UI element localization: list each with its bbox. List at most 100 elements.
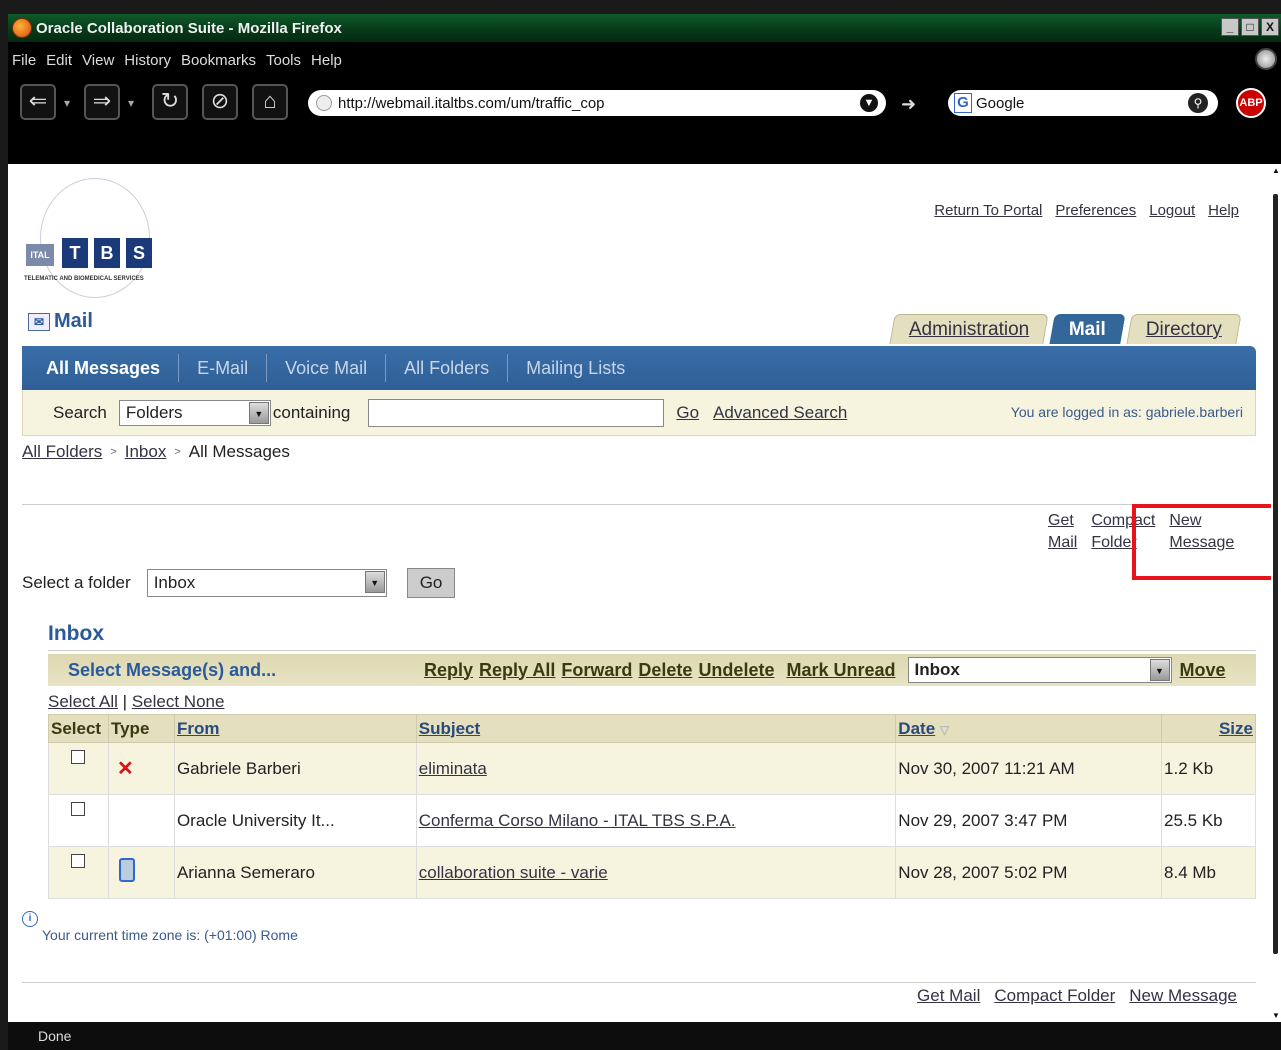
bottom-new-message-link[interactable]: New Message: [1129, 986, 1237, 1006]
search-icon[interactable]: ⚲: [1188, 93, 1208, 113]
window-titlebar: Oracle Collaboration Suite - Mozilla Fir…: [8, 14, 1281, 42]
folder-select[interactable]: Inbox ▼: [146, 569, 387, 597]
go-arrow-icon[interactable]: ➜: [901, 94, 916, 115]
reply-link[interactable]: Reply: [424, 660, 473, 681]
back-history-dropdown-icon[interactable]: ▾: [64, 96, 70, 110]
folder-select-value: Inbox: [153, 573, 196, 592]
table-header-row: Select Type From Subject Date ▽ Size: [48, 714, 1256, 743]
mark-unread-link[interactable]: Mark Unread: [786, 660, 895, 681]
breadcrumb: All Folders > Inbox > All Messages: [22, 442, 290, 462]
preferences-link[interactable]: Preferences: [1055, 202, 1136, 219]
sort-by-size-link[interactable]: Size: [1219, 719, 1253, 738]
column-header-select: Select: [48, 714, 109, 743]
scroll-up-icon[interactable]: ▲: [1272, 166, 1280, 175]
move-link[interactable]: Move: [1180, 660, 1226, 681]
undelete-link[interactable]: Undelete: [698, 660, 774, 681]
menu-edit[interactable]: Edit: [46, 52, 72, 69]
row-subject-link[interactable]: collaboration suite - varie: [419, 863, 608, 882]
help-link[interactable]: Help: [1208, 202, 1239, 219]
column-header-subject[interactable]: Subject: [415, 714, 897, 743]
select-all-link[interactable]: Select All: [48, 692, 118, 711]
sort-by-subject-link[interactable]: Subject: [419, 719, 480, 738]
row-subject-cell: eliminata: [415, 742, 897, 795]
reply-all-link[interactable]: Reply All: [479, 660, 555, 681]
menu-help[interactable]: Help: [311, 52, 342, 69]
sort-by-date-link[interactable]: Date: [898, 719, 935, 738]
breadcrumb-all-folders[interactable]: All Folders: [22, 442, 102, 462]
tab-administration[interactable]: Administration: [888, 314, 1049, 344]
url-dropdown-icon[interactable]: ▼: [860, 94, 878, 112]
get-mail-link[interactable]: Get Mail: [1048, 510, 1077, 554]
select-none-link[interactable]: Select None: [132, 692, 225, 711]
reload-button[interactable]: ↻: [152, 84, 188, 120]
subtab-mailing-lists[interactable]: Mailing Lists: [507, 354, 643, 382]
google-icon[interactable]: G: [954, 93, 972, 113]
row-type-cell: ✕: [107, 742, 175, 795]
breadcrumb-inbox[interactable]: Inbox: [125, 442, 167, 462]
maximize-button[interactable]: □: [1241, 18, 1259, 36]
search-scope-select[interactable]: Folders ▼: [118, 399, 271, 426]
table-row[interactable]: Arianna Semeraro collaboration suite - v…: [48, 846, 1256, 899]
forward-history-dropdown-icon[interactable]: ▾: [128, 96, 134, 110]
bottom-get-mail-link[interactable]: Get Mail: [917, 986, 980, 1006]
forward-button[interactable]: ⇒: [84, 84, 120, 120]
column-header-from[interactable]: From: [173, 714, 417, 743]
folder-go-button[interactable]: Go: [406, 568, 456, 598]
subtab-all-folders[interactable]: All Folders: [385, 354, 507, 382]
logo-tagline: TELEMATIC AND BIOMEDICAL SERVICES: [24, 276, 144, 282]
row-subject-link[interactable]: eliminata: [419, 759, 487, 778]
stop-button[interactable]: ⊘: [202, 84, 238, 120]
menu-file[interactable]: File: [12, 52, 36, 69]
menu-bookmarks[interactable]: Bookmarks: [181, 52, 256, 69]
row-date: Nov 29, 2007 3:47 PM: [895, 794, 1163, 847]
tab-mail[interactable]: Mail: [1049, 314, 1126, 344]
close-button[interactable]: X: [1261, 18, 1279, 36]
bottom-compact-folder-link[interactable]: Compact Folder: [994, 986, 1115, 1006]
return-to-portal-link[interactable]: Return To Portal: [934, 202, 1042, 219]
row-subject-link[interactable]: Conferma Corso Milano - ITAL TBS S.P.A.: [419, 811, 736, 830]
app-title: ✉ Mail: [28, 310, 93, 333]
row-checkbox[interactable]: [71, 853, 85, 868]
chevron-down-icon[interactable]: ▼: [248, 401, 269, 424]
row-checkbox[interactable]: [71, 801, 85, 816]
delete-link[interactable]: Delete: [638, 660, 692, 681]
search-input[interactable]: [368, 398, 665, 427]
subtab-voice-mail[interactable]: Voice Mail: [266, 354, 385, 382]
sort-by-from-link[interactable]: From: [177, 719, 220, 738]
scroll-down-icon[interactable]: ▼: [1272, 1011, 1280, 1020]
url-bar[interactable]: http://webmail.italtbs.com/um/traffic_co…: [308, 90, 886, 116]
vertical-scrollbar[interactable]: ▲ ▼: [1271, 164, 1281, 1022]
chevron-down-icon[interactable]: ▼: [364, 571, 385, 593]
get-mail-line2: Mail: [1048, 534, 1078, 551]
subtab-email[interactable]: E-Mail: [178, 354, 266, 382]
site-identity-icon[interactable]: [316, 95, 332, 111]
search-go-link[interactable]: Go: [676, 403, 699, 423]
subtab-all-messages[interactable]: All Messages: [46, 354, 178, 382]
logout-link[interactable]: Logout: [1149, 202, 1195, 219]
logged-in-label: You are logged in as:: [1010, 404, 1142, 420]
scrollbar-thumb[interactable]: [1273, 194, 1278, 954]
row-checkbox[interactable]: [71, 749, 85, 764]
search-bar[interactable]: G Google ⚲: [948, 90, 1218, 116]
home-button[interactable]: ⌂: [252, 84, 288, 120]
advanced-search-link[interactable]: Advanced Search: [713, 403, 847, 423]
forward-link[interactable]: Forward: [561, 660, 632, 681]
search-label: Search: [53, 402, 107, 422]
back-button[interactable]: ⇐: [20, 84, 56, 120]
table-row[interactable]: Oracle University It... Conferma Corso M…: [48, 794, 1256, 847]
logged-in-user: gabriele.barberi: [1145, 404, 1243, 420]
table-row[interactable]: ✕ Gabriele Barberi eliminata Nov 30, 200…: [48, 742, 1256, 795]
minimize-button[interactable]: _: [1221, 18, 1239, 36]
menu-history[interactable]: History: [124, 52, 171, 69]
info-icon: i: [22, 911, 38, 927]
tab-directory[interactable]: Directory: [1126, 314, 1242, 344]
chevron-down-icon[interactable]: ▼: [1149, 659, 1170, 681]
move-target-select[interactable]: Inbox ▼: [907, 657, 1172, 683]
message-table: Select Type From Subject Date ▽ Size ✕ G…: [48, 714, 1256, 899]
row-type-cell: [107, 846, 175, 899]
menu-view[interactable]: View: [82, 52, 114, 69]
menu-tools[interactable]: Tools: [266, 52, 301, 69]
column-header-size[interactable]: Size: [1161, 714, 1256, 743]
adblock-icon[interactable]: ABP: [1236, 88, 1266, 118]
column-header-date[interactable]: Date ▽: [895, 714, 1163, 743]
